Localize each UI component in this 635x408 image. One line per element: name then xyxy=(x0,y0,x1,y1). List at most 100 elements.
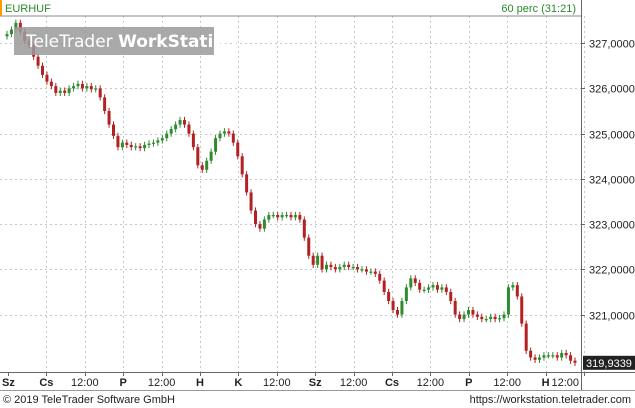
candle-body xyxy=(342,264,346,268)
copyright-text: © 2019 TeleTrader Software GmbH xyxy=(3,394,175,406)
candle-body xyxy=(9,29,13,35)
candle-body xyxy=(54,86,58,93)
candle-body xyxy=(347,264,351,268)
y-axis-labels: 321,0000 322,0000 323,0000 324,0000 325,0000… xyxy=(581,39,635,323)
candle-body xyxy=(400,300,404,315)
x-tick-label: K xyxy=(234,377,242,389)
candle-body xyxy=(302,219,306,238)
candle-body xyxy=(98,88,102,98)
candle-body xyxy=(382,280,386,292)
candle-body xyxy=(316,255,320,265)
x-tick-label: 12:00 xyxy=(417,377,445,389)
y-tick-label: 321,0000 xyxy=(589,311,635,323)
y-tick-label: 325,0000 xyxy=(589,130,635,142)
candle-body xyxy=(249,192,253,211)
candle-body xyxy=(112,124,115,136)
candle-body xyxy=(196,147,200,166)
candle-body xyxy=(174,124,178,130)
candle-body xyxy=(325,264,328,270)
x-tick-label: 12:00 xyxy=(493,377,521,389)
candle-body xyxy=(271,215,275,217)
y-tick-label: 324,0000 xyxy=(589,175,635,187)
candle-body xyxy=(85,86,89,89)
candle-body xyxy=(289,215,293,218)
candle-body xyxy=(440,287,444,290)
candle-body xyxy=(533,357,537,360)
symbol-marker xyxy=(0,0,2,16)
watermark-text: TeleTrader WorkStation xyxy=(25,32,237,52)
y-tick-label: 323,0000 xyxy=(589,220,635,232)
candle-body xyxy=(165,133,169,139)
candle-body xyxy=(449,291,453,301)
candle-body xyxy=(422,289,426,291)
candle-body xyxy=(120,142,124,148)
candle-body xyxy=(178,120,182,125)
candle-body xyxy=(138,146,142,149)
candle-body xyxy=(129,144,133,148)
candle-body xyxy=(396,310,399,315)
candle-body xyxy=(413,278,417,283)
candle-body xyxy=(67,88,71,93)
candle-body xyxy=(41,65,44,75)
candle-body xyxy=(156,140,160,143)
candle-body xyxy=(462,314,466,320)
x-tick-label: 12:00 xyxy=(340,377,368,389)
source-url[interactable]: https://workstation.teletrader.com xyxy=(470,394,631,406)
symbol-label[interactable]: EURHUF xyxy=(5,3,51,15)
candle-body xyxy=(360,269,364,271)
candle-body xyxy=(245,174,249,193)
candle-body xyxy=(151,142,155,144)
candle-body xyxy=(387,291,391,301)
x-tick-label: H xyxy=(542,377,550,389)
candle-body xyxy=(222,131,226,134)
candle-body xyxy=(191,133,195,148)
candle-body xyxy=(480,316,484,320)
candle-body xyxy=(520,296,524,324)
interval-label[interactable]: 60 perc (31:21) xyxy=(501,3,576,15)
candle-body xyxy=(391,300,395,311)
candle-body xyxy=(453,300,457,315)
candle-body xyxy=(36,56,40,66)
candle-body xyxy=(107,110,111,125)
candle-body xyxy=(103,97,107,111)
x-tick-label: Sz xyxy=(309,377,322,389)
candle-body xyxy=(506,287,510,315)
candle-body xyxy=(63,90,67,93)
candle-body xyxy=(560,353,564,358)
y-tick-label: 327,0000 xyxy=(589,39,635,51)
candle-body xyxy=(280,215,284,218)
candle-body xyxy=(72,86,76,89)
candle-body xyxy=(58,90,62,93)
candle-body xyxy=(493,316,497,320)
candle-body xyxy=(431,285,435,288)
candle-body xyxy=(515,285,519,297)
candle-body xyxy=(285,215,289,217)
x-tick-label: Sz xyxy=(2,377,15,389)
candle-body xyxy=(427,287,431,290)
candle-body xyxy=(49,81,53,87)
candle-body xyxy=(502,314,506,319)
candle-body xyxy=(276,215,280,218)
candle-body xyxy=(484,319,488,321)
candle-body xyxy=(209,151,213,161)
candle-body xyxy=(338,267,342,270)
candle-body xyxy=(320,255,324,270)
last-value-label: 319,9339 xyxy=(586,358,632,370)
candle-body xyxy=(227,131,231,134)
candle-body xyxy=(475,314,479,317)
candle-body xyxy=(262,219,266,229)
candle-body xyxy=(134,146,138,148)
candle-body xyxy=(373,271,377,274)
candle-body xyxy=(236,142,240,157)
candle-body xyxy=(329,264,333,268)
candle-body xyxy=(435,285,439,290)
candle-body xyxy=(307,237,311,256)
candle-body xyxy=(467,310,470,315)
candle-body xyxy=(205,160,209,170)
x-tick-label: 12:00 xyxy=(71,377,99,389)
candle-body xyxy=(89,86,93,90)
candle-body xyxy=(529,350,533,358)
chart-frame: EURHUF 60 perc (31:21) TeleTrader WorkSt… xyxy=(0,0,635,406)
candle-body xyxy=(409,278,413,288)
candle-body xyxy=(471,310,475,315)
